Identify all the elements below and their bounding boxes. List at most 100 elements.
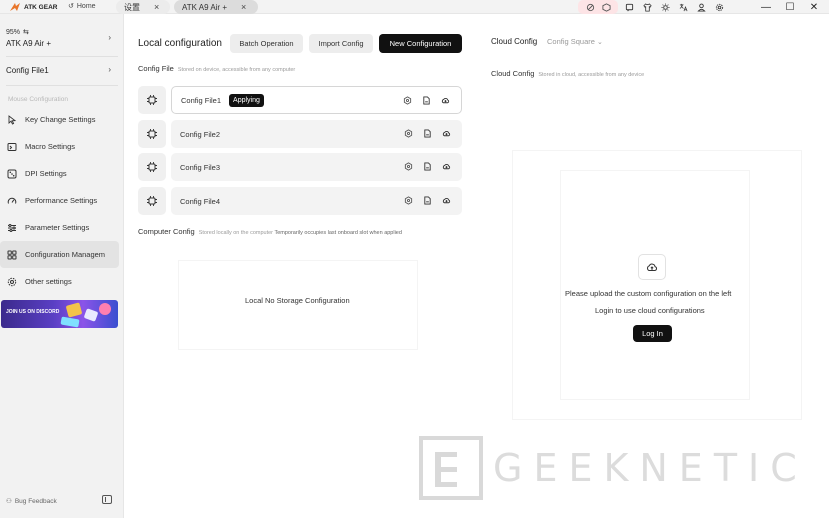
config-card[interactable]: Config File2 [171,120,462,148]
cloud-config-section: Cloud Config Stored in cloud, accessible … [491,69,644,78]
chat-icon[interactable] [622,0,636,14]
export-icon[interactable] [422,96,431,105]
sidebar-item-performance[interactable]: Performance Settings [0,187,119,214]
cloud-upload-icon[interactable] [442,162,451,171]
new-configuration-button[interactable]: New Configuration [379,34,462,53]
config-card[interactable]: Config File3 [171,153,462,181]
divider [6,85,118,86]
chevron-right-icon[interactable]: › [108,33,111,42]
refresh-icon: ↺ [68,3,74,10]
minimize-icon[interactable]: — [761,2,771,13]
hexagon-icon[interactable] [404,162,413,171]
export-icon[interactable] [423,196,432,205]
watermark-text: GEEKNETIC [493,446,808,490]
hexagon-icon[interactable] [404,196,413,205]
config-card[interactable]: Config File1 Applying [171,86,462,114]
hexagon-icon[interactable] [404,129,413,138]
sidebar-item-label: Key Change Settings [25,115,96,124]
config-row: Config File3 [138,153,462,181]
close-window-icon[interactable]: ✕ [809,2,819,13]
tab-device[interactable]: ATK A9 Air + × [174,0,258,14]
banner-decoration [83,308,99,322]
sidebar-item-other[interactable]: Other settings [0,268,119,295]
config-name: Config File3 [180,162,221,172]
sidebar-item-parameter[interactable]: Parameter Settings [0,214,119,241]
empty-state-text: Local No Storage Configuration [245,296,350,305]
chevron-right-icon[interactable]: › [108,65,111,74]
background-decoration [178,260,418,350]
sidebar-item-label: Parameter Settings [25,223,90,232]
export-icon[interactable] [423,129,432,138]
tab-label: 设置 [124,2,140,12]
hexagon-icon[interactable] [403,96,412,105]
card-actions [404,196,451,205]
login-button[interactable]: Log In [633,325,672,342]
banner-decoration [60,316,80,328]
cancel-icon[interactable] [586,3,595,12]
link-icon: ⇆ [23,29,29,36]
cloud-upload-icon[interactable] [442,196,451,205]
chip-button[interactable] [138,120,166,148]
box-icon[interactable] [601,2,611,12]
shirt-icon[interactable] [640,0,654,14]
card-actions [404,129,451,138]
section-description-part: Stored locally on the computer [198,230,273,236]
atk-logo-icon [10,3,20,11]
card-actions [404,162,451,171]
gear-icon [7,277,17,286]
config-file-section: Config File Stored on device, accessible … [138,64,295,73]
gauge-icon [7,197,17,204]
cloud-config-title: Cloud Config [491,37,538,46]
sidebar-item-configuration[interactable]: Configuration Managem [0,241,119,268]
close-icon[interactable]: × [154,2,159,12]
banner-text: JOIN US ON DISCORD [6,309,60,315]
config-row: Config File2 [138,120,462,148]
tab-settings[interactable]: 设置 × [116,0,170,14]
sidebar-item-dpi[interactable]: DPI Settings [0,160,119,187]
sun-icon[interactable] [658,0,672,14]
user-icon[interactable] [694,0,708,14]
battery-level: 95% [6,28,21,36]
card-actions [403,96,450,105]
cursor-icon [8,114,17,125]
bug-feedback-link[interactable]: ⚇ Bug Feedback [6,497,57,506]
home-button[interactable]: ↺ Home [68,2,96,11]
app-name: ATK GEAR [24,3,58,11]
section-description: Stored locally on the computer Temporari… [199,230,402,236]
cloud-empty-message: Please upload the custom configuration o… [565,289,732,298]
config-name: Config File2 [180,129,221,139]
section-title: Config File [138,64,174,73]
grid-icon [7,250,17,259]
config-row: Config File1 Applying [138,86,462,114]
batch-operation-button[interactable]: Batch Operation [230,34,303,53]
export-icon[interactable] [423,162,432,171]
section-title: Cloud Config [491,69,535,78]
chip-button[interactable] [138,86,166,114]
chip-button[interactable] [138,153,166,181]
close-icon[interactable]: × [241,2,246,12]
page-title: Local configuration [138,38,222,49]
discord-banner[interactable]: JOIN US ON DISCORD [1,300,118,328]
cloud-upload-icon[interactable] [441,96,450,105]
device-name[interactable]: ATK A9 Air + [6,39,51,48]
maximize-icon[interactable]: ☐ [785,2,795,13]
background-decoration [560,170,750,400]
config-selector[interactable]: Config File1 [6,66,49,75]
sidebar-item-macro[interactable]: Macro Settings [0,133,119,160]
config-square-dropdown[interactable]: Config Square ⌄ [547,37,603,46]
collapse-sidebar-icon[interactable] [102,495,112,504]
sidebar-nav: Key Change Settings Macro Settings DPI S… [0,106,124,295]
config-card[interactable]: Config File4 [171,187,462,215]
applying-badge: Applying [229,93,264,107]
translate-icon[interactable] [676,0,690,14]
sidebar-item-key-change[interactable]: Key Change Settings [0,106,119,133]
cloud-login-message: Login to use cloud configurations [595,306,705,315]
section-description-part: Temporarily occupies last onboard slot w… [274,230,402,236]
chip-button[interactable] [138,187,166,215]
sidebar-item-label: DPI Settings [25,169,67,178]
gear-icon[interactable] [712,0,726,14]
watermark-logo [419,436,483,500]
cloud-upload-icon[interactable] [442,129,451,138]
import-config-button[interactable]: Import Config [309,34,373,53]
computer-config-section: Computer Config Stored locally on the com… [138,227,402,236]
